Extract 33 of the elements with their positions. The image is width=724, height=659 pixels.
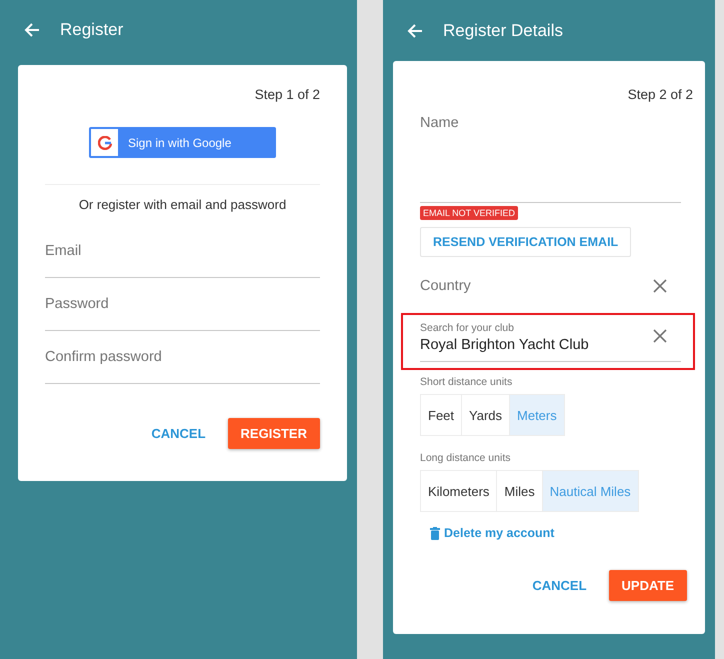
submit-button[interactable]: UPDATE	[608, 570, 687, 601]
toggle-option[interactable]: Yards	[461, 394, 510, 436]
status-badge: EMAIL NOT VERIFIED	[420, 206, 518, 220]
screen-title: Register Details	[443, 20, 563, 40]
input-field[interactable]: Email	[45, 225, 320, 278]
back-icon[interactable]	[24, 22, 40, 38]
toggle-option[interactable]: Miles	[496, 470, 543, 512]
divider-text: Or register with email and password	[78, 197, 288, 214]
group-label: Long distance units	[420, 452, 512, 464]
select-field[interactable]: Country	[420, 257, 681, 315]
field-label: Name	[420, 115, 460, 131]
toggle-option[interactable]: Nautical Miles	[542, 470, 639, 512]
resend-button[interactable]: RESEND VERIFICATION EMAIL	[420, 227, 632, 257]
group-label: Short distance units	[420, 376, 514, 388]
delete-account-link[interactable]: Delete my account	[444, 526, 554, 540]
toggle-option[interactable]: Feet	[420, 394, 462, 436]
cancel-button[interactable]: CANCEL	[147, 420, 210, 447]
trash-icon	[430, 526, 440, 540]
step-indicator: Step 2 of 2	[626, 87, 693, 104]
google-sign-in-button[interactable]: Sign in with Google	[89, 127, 276, 158]
screen-title: Register	[60, 20, 124, 40]
cancel-button[interactable]: CANCEL	[528, 572, 591, 599]
input-field[interactable]: Password	[45, 278, 320, 331]
g-logo-icon	[98, 136, 112, 150]
select-field[interactable]: Search for your club Royal Brighton Yacht Club	[420, 315, 681, 362]
step-indicator: Step 1 of 2	[254, 87, 320, 104]
back-icon[interactable]	[407, 22, 423, 38]
toggle-option[interactable]: Meters	[509, 394, 565, 436]
submit-button[interactable]: REGISTER	[228, 418, 320, 449]
close-icon	[653, 278, 667, 292]
toggle-option[interactable]: Kilometers	[420, 470, 498, 512]
input-field[interactable]: Confirm password	[45, 331, 320, 384]
close-icon	[653, 329, 667, 343]
